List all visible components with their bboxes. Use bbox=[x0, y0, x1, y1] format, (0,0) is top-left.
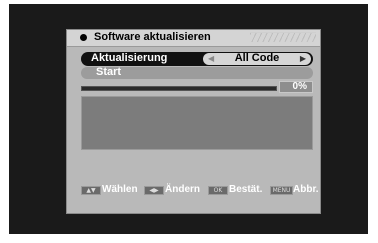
progress-percent-box: 0% bbox=[279, 81, 313, 93]
title-bullet-icon bbox=[80, 34, 87, 41]
progress-bar bbox=[81, 86, 277, 91]
cancel-hint: Abbr. bbox=[293, 184, 319, 195]
progress-percent: 0% bbox=[292, 81, 307, 92]
update-type-label: Aktualisierung bbox=[91, 52, 168, 64]
confirm-hint: Bestät. bbox=[229, 184, 263, 195]
dialog-title: Software aktualisieren bbox=[94, 31, 211, 43]
footer-hints: ▲▼ Wählen ◀▶ Ändern OK Bestät. MENU Abbr… bbox=[66, 184, 321, 198]
right-arrow-icon[interactable]: ▶ bbox=[300, 53, 306, 65]
select-hint: Wählen bbox=[102, 184, 138, 195]
update-type-row[interactable]: Aktualisierung ◀ All Code ▶ bbox=[81, 52, 313, 66]
menu-key-icon: MENU bbox=[270, 186, 293, 195]
update-type-selector[interactable]: ◀ All Code ▶ bbox=[203, 52, 311, 65]
up-down-key-icon: ▲▼ bbox=[81, 186, 101, 195]
status-panel bbox=[81, 96, 313, 150]
update-type-value: All Code bbox=[234, 52, 280, 64]
dialog-title-bar: Software aktualisieren bbox=[67, 30, 320, 47]
change-hint: Ändern bbox=[165, 184, 200, 195]
start-row[interactable]: Start bbox=[81, 66, 313, 79]
left-right-key-icon: ◀▶ bbox=[144, 186, 164, 195]
start-label: Start bbox=[96, 66, 122, 78]
title-decoration bbox=[250, 32, 316, 42]
ok-key-icon: OK bbox=[208, 186, 228, 195]
